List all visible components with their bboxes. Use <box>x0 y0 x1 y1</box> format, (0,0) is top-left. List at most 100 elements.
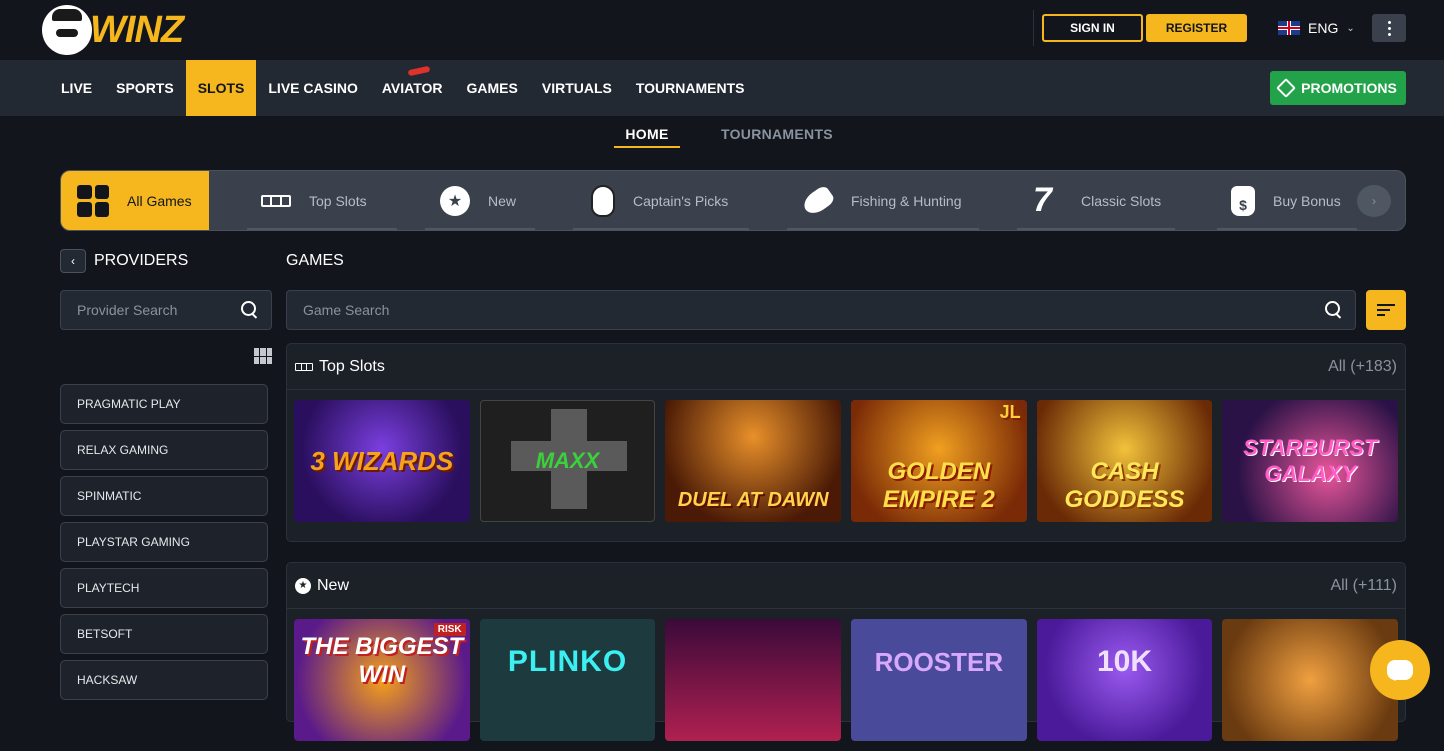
category-classic-slots[interactable]: 7 Classic Slots <box>1033 171 1161 230</box>
jackpot-badge: JL <box>999 402 1021 422</box>
nav-live-casino[interactable]: LIVE CASINO <box>256 60 369 116</box>
game-search-field[interactable] <box>286 290 1356 330</box>
game-title: MAXX <box>535 448 600 473</box>
category-captains-picks[interactable]: Captain's Picks <box>591 171 728 230</box>
provider-item[interactable]: HACKSAW <box>60 660 268 700</box>
live-chat-button[interactable] <box>1370 640 1430 700</box>
view-all-link[interactable]: All (+111) <box>1330 577 1397 595</box>
category-label: Fishing & Hunting <box>851 192 962 209</box>
top-slots-section: Top Slots All (+183) 3 WIZARDS MAXX DUEL… <box>286 343 1406 542</box>
party-icon <box>1276 78 1297 98</box>
category-all-games[interactable]: All Games <box>61 171 209 230</box>
game-title: PLINKO <box>507 645 628 678</box>
category-fishing-hunting[interactable]: Fishing & Hunting <box>799 171 962 230</box>
nav-sports[interactable]: SPORTS <box>104 60 186 116</box>
category-label: Top Slots <box>309 192 367 209</box>
logo-text: WINZ <box>90 8 184 51</box>
section-title: New <box>317 576 350 594</box>
provider-item[interactable]: RELAX GAMING <box>60 430 268 470</box>
register-button[interactable]: REGISTER <box>1146 14 1247 42</box>
game-tile[interactable]: CASH GODDESS <box>1036 400 1213 522</box>
language-label: ENG <box>1308 20 1339 36</box>
nav-virtuals[interactable]: VIRTUALS <box>530 60 624 116</box>
seven-icon: 7 <box>1033 181 1052 219</box>
provider-search-input[interactable] <box>77 302 241 318</box>
games-title: GAMES <box>286 252 344 269</box>
nav-aviator[interactable]: AVIATOR <box>370 60 455 116</box>
game-tile[interactable]: 10K <box>1036 619 1213 741</box>
game-tile[interactable] <box>665 619 842 741</box>
category-label: All Games <box>127 192 192 209</box>
game-tile[interactable]: MAXX <box>479 400 656 522</box>
language-selector[interactable]: ENG ⌄ <box>1278 18 1355 38</box>
game-tile[interactable]: RISK THE BIGGEST WIN <box>294 619 470 741</box>
category-buy-bonus[interactable]: $ Buy Bonus <box>1231 171 1341 230</box>
category-new[interactable]: ★ New <box>440 171 516 230</box>
section-title: Top Slots <box>319 357 385 375</box>
star-icon: ★ <box>440 185 470 216</box>
category-next-button[interactable]: › <box>1357 185 1391 217</box>
promotions-label: PROMOTIONS <box>1301 80 1397 96</box>
plane-icon <box>407 65 431 77</box>
game-tile[interactable]: JL GOLDEN EMPIRE 2 <box>851 400 1027 522</box>
captain-icon <box>591 184 615 217</box>
provider-search-field[interactable] <box>60 290 272 330</box>
provider-item[interactable]: SPINMATIC <box>60 476 268 516</box>
fish-icon <box>799 183 837 218</box>
category-label: Buy Bonus <box>1273 192 1341 209</box>
game-title: 3 WIZARDS <box>310 445 454 476</box>
sign-in-button[interactable]: SIGN IN <box>1042 14 1143 42</box>
tab-home[interactable]: HOME <box>614 126 680 148</box>
top-bar: WINZ SIGN IN REGISTER ENG ⌄ <box>0 0 1444 60</box>
header-divider <box>1033 10 1034 46</box>
more-menu-button[interactable] <box>1372 14 1406 42</box>
slots-icon <box>261 194 291 207</box>
game-tile[interactable]: PLINKO <box>479 619 656 741</box>
category-bar: All Games Top Slots ★ New Captain's Pick… <box>60 170 1406 231</box>
star-icon: ★ <box>295 577 311 594</box>
provider-item[interactable]: PRAGMATIC PLAY <box>60 384 268 424</box>
new-section: ★ New All (+111) RISK THE BIGGEST WIN PLI… <box>286 562 1406 741</box>
provider-item[interactable]: BETSOFT <box>60 614 268 654</box>
providers-back-button[interactable]: ‹ <box>60 249 86 273</box>
game-title: DUEL AT DAWN <box>677 489 829 511</box>
game-title: CASH GODDESS <box>1064 458 1185 513</box>
game-tile[interactable]: 3 WIZARDS <box>294 400 470 522</box>
tab-tournaments[interactable]: TOURNAMENTS <box>721 126 833 142</box>
category-label: Classic Slots <box>1081 192 1162 209</box>
provider-item[interactable]: PLAYSTAR GAMING <box>60 522 268 562</box>
sort-button[interactable] <box>1366 290 1406 330</box>
chat-icon <box>1387 660 1413 681</box>
money-bag-icon: $ <box>1231 185 1255 216</box>
game-tile[interactable]: ROOSTER <box>851 619 1027 741</box>
nav-live[interactable]: LIVE <box>49 60 104 116</box>
logo[interactable]: WINZ <box>42 4 184 56</box>
chevron-down-icon: ⌄ <box>1346 22 1355 34</box>
search-icon[interactable] <box>241 301 259 319</box>
game-tile[interactable]: STARBURST GALAXY <box>1222 400 1399 522</box>
nav-tournaments[interactable]: TOURNAMENTS <box>624 60 757 116</box>
category-label: New <box>488 192 517 209</box>
nav-slots[interactable]: SLOTS <box>185 60 257 116</box>
provider-list: PRAGMATIC PLAY RELAX GAMING SPINMATIC PL… <box>60 384 268 706</box>
category-top-slots[interactable]: Top Slots <box>261 171 367 230</box>
uk-flag-icon <box>1278 21 1300 35</box>
game-title: 10K <box>1097 645 1153 678</box>
game-title: THE BIGGEST WIN <box>300 633 464 688</box>
game-title: STARBURST GALAXY <box>1243 435 1378 486</box>
grid-view-icon[interactable] <box>254 348 272 364</box>
game-tile[interactable]: DUEL AT DAWN <box>665 400 842 522</box>
search-icon[interactable] <box>1325 301 1343 319</box>
view-all-link[interactable]: All (+183) <box>1328 358 1397 376</box>
promotions-button[interactable]: PROMOTIONS <box>1270 71 1406 105</box>
nav-games[interactable]: GAMES <box>455 60 530 116</box>
provider-item[interactable]: PLAYTECH <box>60 568 268 608</box>
grid-icon <box>77 184 109 217</box>
main-nav: LIVE SPORTS SLOTS LIVE CASINO AVIATOR GA… <box>0 60 1444 116</box>
game-search-input[interactable] <box>303 302 1325 318</box>
slots-icon <box>295 362 313 371</box>
providers-title: PROVIDERS <box>94 252 189 269</box>
nav-aviator-label: AVIATOR <box>381 80 443 96</box>
game-title: GOLDEN EMPIRE 2 <box>882 458 995 513</box>
captain-mascot-icon <box>42 5 92 55</box>
